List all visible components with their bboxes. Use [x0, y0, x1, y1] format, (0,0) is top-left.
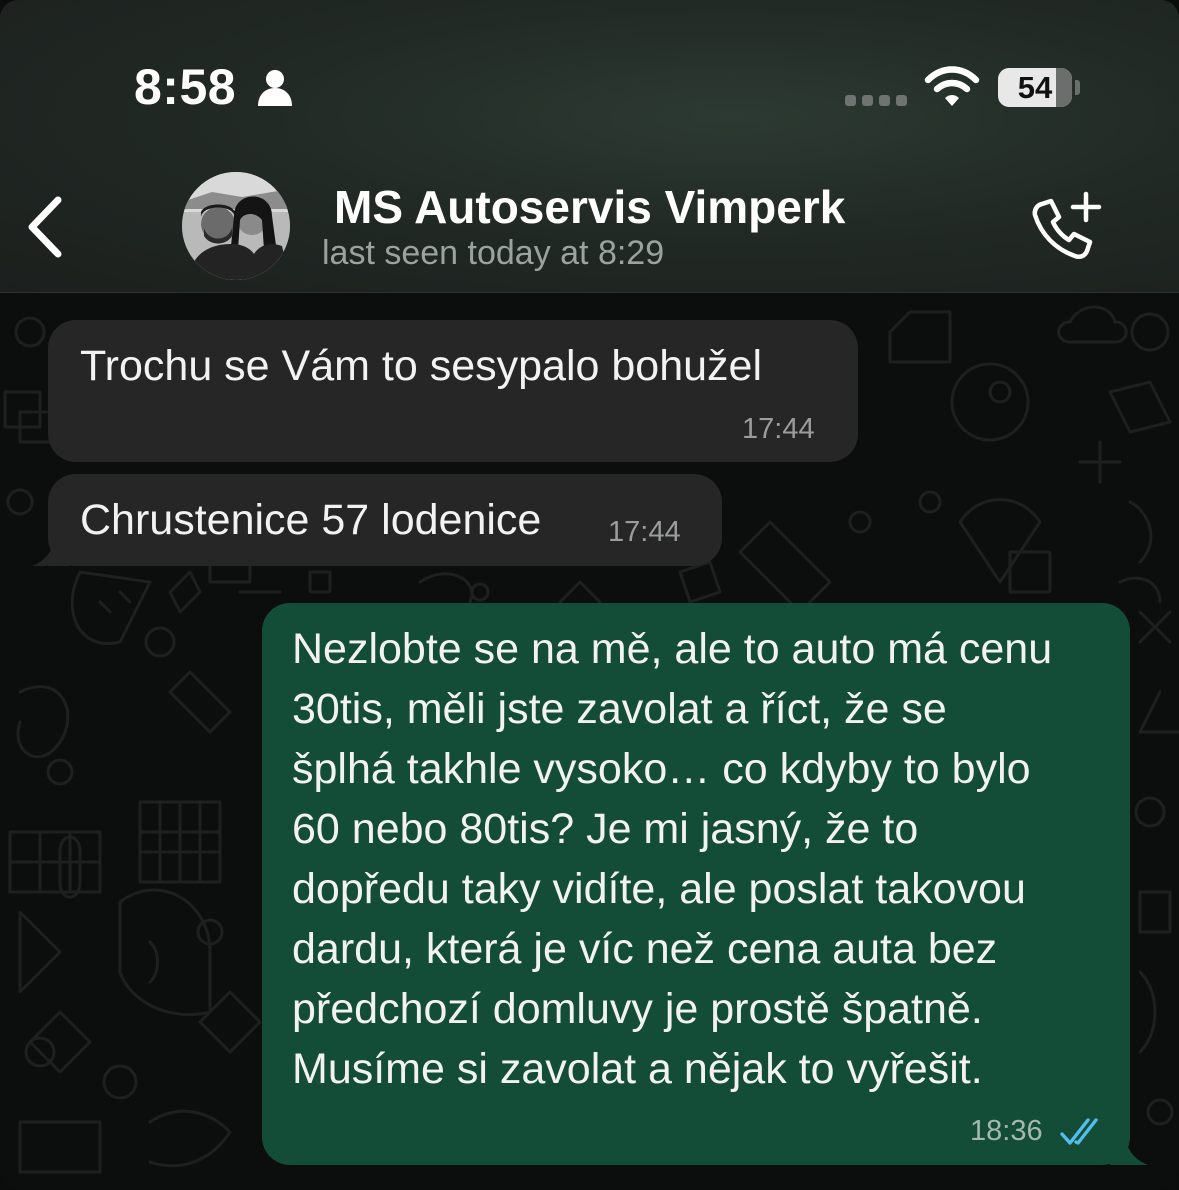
message-bubble-outgoing[interactable]: Nezlobte se na mě, ale to auto má cenu 3…: [262, 603, 1130, 1165]
message-text-line: 30tis, měli jste zavolat a říct, že se: [292, 685, 947, 733]
last-seen-status: last seen today at 8:29: [322, 234, 665, 272]
message-text-line: Nezlobte se na mě, ale to auto má cenu: [292, 625, 1053, 673]
back-chevron-icon: [28, 196, 62, 258]
message-text-line: 60 nebo 80tis? Je mi jasný, že to: [292, 805, 919, 853]
message-text-line: předchozí domluvy je prostě špatně.: [292, 985, 983, 1033]
message-bubble-incoming[interactable]: Chrustenice 57 lodenice 17:44: [48, 474, 722, 566]
message-bubble-incoming[interactable]: Trochu se Vám to sesypalo bohužel 17:44: [48, 320, 858, 462]
contact-name[interactable]: MS Autoservis Vimperk: [334, 180, 845, 234]
battery-cap: [1075, 80, 1080, 95]
message-text-line: dopředu taky vidíte, ale poslat takovou: [292, 865, 1026, 913]
double-check-icon: [1060, 1118, 1098, 1145]
battery-percent: 54: [1017, 70, 1053, 105]
message-text-line: Musíme si zavolat a nějak to vyřešit.: [292, 1045, 983, 1093]
message-text: Chrustenice 57 lodenice: [80, 496, 542, 544]
wifi-icon: [924, 66, 980, 106]
message-time: 17:44: [608, 516, 681, 548]
message-text: Trochu se Vám to sesypalo bohužel: [80, 342, 762, 390]
add-call-button[interactable]: [1028, 190, 1102, 262]
message-time: 18:36: [970, 1115, 1043, 1147]
status-time: 8:58: [134, 59, 237, 115]
add-call-icon: [1032, 191, 1102, 260]
message-time: 17:44: [742, 413, 815, 445]
message-text-line: šplhá takhle vysoko… co kdyby to bylo: [292, 745, 1031, 793]
avatar[interactable]: [182, 172, 290, 280]
message-text-line: dardu, která je víc než cena auta bez: [292, 925, 998, 973]
signal-dots-icon: [845, 95, 907, 106]
person-icon: [258, 70, 292, 106]
back-button[interactable]: [24, 194, 72, 260]
battery-icon: 54: [998, 68, 1072, 107]
chat-screen: 8:58 54 MS Autoservis Vimperk last seen …: [0, 0, 1179, 1190]
top-bar: 8:58 54 MS Autoservis Vimperk last seen …: [0, 0, 1179, 293]
